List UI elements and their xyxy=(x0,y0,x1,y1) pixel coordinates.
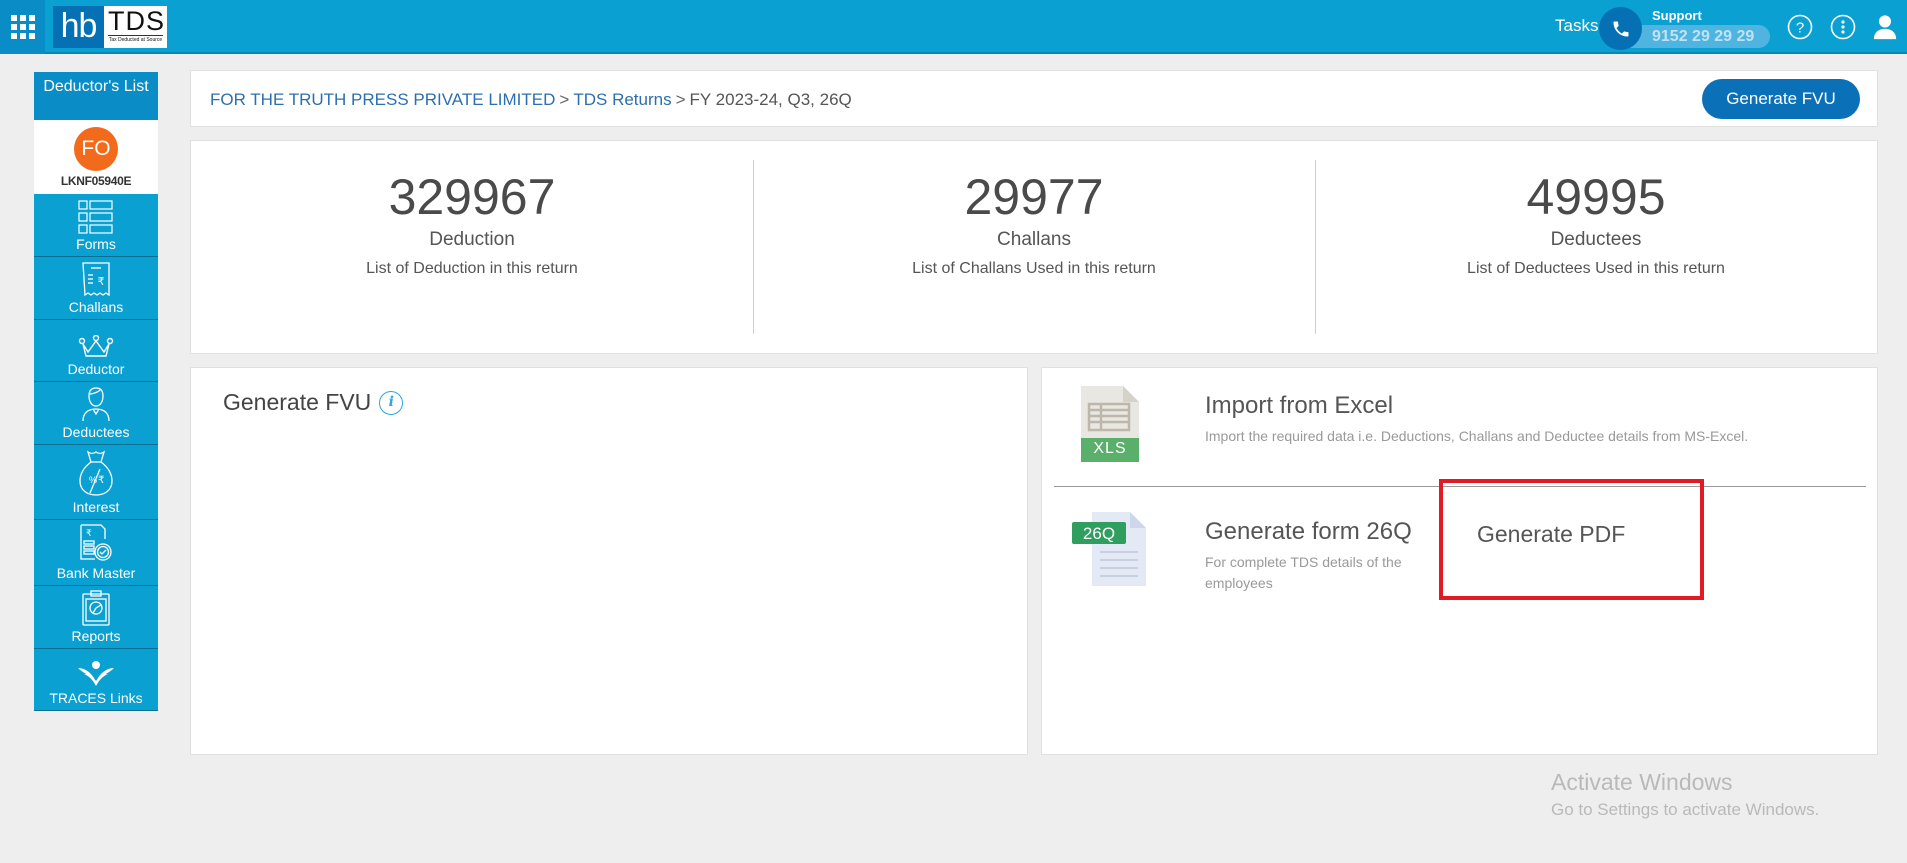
stat-deductees[interactable]: 49995 Deductees List of Deductees Used i… xyxy=(1315,141,1877,353)
sidebar-item-reports[interactable]: Reports xyxy=(34,586,158,649)
generate-fvu-button[interactable]: Generate FVU xyxy=(1702,79,1860,119)
breadcrumb-bar: FOR THE TRUTH PRESS PRIVATE LIMITED > TDS … xyxy=(190,70,1878,127)
help-icon[interactable]: ? xyxy=(1787,14,1813,40)
activate-windows-subtitle: Go to Settings to activate Windows. xyxy=(1551,800,1820,819)
traces-logo-icon xyxy=(78,661,114,686)
sidebar-item-label: Challans xyxy=(68,299,124,315)
sidebar-item-interest[interactable]: % ₹ Interest xyxy=(34,445,158,520)
generate-form-title[interactable]: Generate form 26Q xyxy=(1205,518,1412,546)
sidebar-item-label: Deductees xyxy=(62,424,130,440)
sidebar-item-traces-links[interactable]: TRACES Links xyxy=(34,649,158,711)
sidebar-item-challans[interactable]: ₹ Challans xyxy=(34,257,158,320)
user-icon[interactable] xyxy=(1872,14,1898,40)
challan-receipt-icon: ₹ xyxy=(82,262,110,297)
deductor-profile[interactable]: FO LKNF05940E xyxy=(34,120,158,194)
apps-grid-icon xyxy=(10,15,35,39)
breadcrumb-company[interactable]: FOR THE TRUTH PRESS PRIVATE LIMITED xyxy=(210,90,555,109)
crown-icon xyxy=(78,335,114,357)
sidebar-item-label: Bank Master xyxy=(56,565,136,581)
stat-subtitle: List of Challans Used in this return xyxy=(912,260,1156,277)
breadcrumb-tds-returns[interactable]: TDS Returns xyxy=(573,90,671,109)
money-bag-icon: % ₹ xyxy=(79,450,113,496)
sidebar-item-label: Interest xyxy=(72,499,120,515)
sidebar-item-label: Reports xyxy=(71,628,121,644)
xls-badge: XLS xyxy=(1093,440,1127,457)
svg-text:₹: ₹ xyxy=(98,475,104,486)
import-excel-title[interactable]: Import from Excel xyxy=(1205,392,1393,420)
svg-text:₹: ₹ xyxy=(86,528,92,538)
stat-deduction[interactable]: 329967 Deduction List of Deduction in th… xyxy=(191,141,753,353)
stat-subtitle: List of Deduction in this return xyxy=(366,260,578,277)
import-excel-description: Import the required data i.e. Deductions… xyxy=(1205,428,1749,444)
breadcrumb: FOR THE TRUTH PRESS PRIVATE LIMITED > TDS … xyxy=(210,90,852,110)
generate-fvu-title: Generate FVU xyxy=(223,389,372,415)
clipboard-chart-icon xyxy=(82,590,110,626)
activate-windows-title: Activate Windows xyxy=(1551,769,1733,795)
forms-icon xyxy=(78,200,113,234)
top-bar: hb TDS Tax Deducted at Source Tasks Supp… xyxy=(0,0,1907,54)
person-icon xyxy=(82,387,110,422)
stat-value: 329967 xyxy=(388,169,556,225)
sidebar: Deductor's List FO LKNF05940E Forms ₹ Ch… xyxy=(34,72,158,711)
sidebar-item-label: TRACES Links xyxy=(49,690,143,706)
stat-title: Deduction xyxy=(429,229,515,250)
logo-tds: TDS Tax Deducted at Source xyxy=(104,6,167,48)
logo-hb: hb xyxy=(53,6,104,48)
info-icon[interactable]: i xyxy=(379,390,404,415)
stat-subtitle: List of Deductees Used in this return xyxy=(1467,260,1725,277)
hbtds-logo[interactable]: hb TDS Tax Deducted at Source xyxy=(53,6,167,48)
generate-form-description: For complete TDS details of the employee… xyxy=(1205,554,1402,591)
breadcrumb-current: FY 2023-24, Q3, 26Q xyxy=(689,90,852,109)
stat-value: 49995 xyxy=(1526,169,1666,225)
phone-icon[interactable] xyxy=(1599,7,1642,50)
tasks-link[interactable]: Tasks xyxy=(1555,16,1598,36)
stat-value: 29977 xyxy=(964,169,1104,225)
sidebar-item-bank-master[interactable]: ₹ Bank Master xyxy=(34,520,158,586)
user-code: LKNF05940E xyxy=(60,174,132,188)
stat-title: Challans xyxy=(997,229,1071,250)
bank-icon: ₹ xyxy=(80,524,112,561)
avatar: FO xyxy=(74,127,118,171)
sidebar-item-forms[interactable]: Forms xyxy=(34,194,158,257)
generate-fvu-heading: Generate FVU i xyxy=(223,389,404,416)
support-label: Support xyxy=(1652,8,1702,23)
stats-panel: 329967 Deduction List of Deduction in th… xyxy=(190,140,1878,354)
generate-pdf-button[interactable]: Generate PDF xyxy=(1477,521,1625,548)
generate-fvu-panel: Generate FVU i xyxy=(190,367,1028,755)
sidebar-item-deductees[interactable]: Deductees xyxy=(34,382,158,445)
sidebar-item-deductor[interactable]: Deductor xyxy=(34,320,158,382)
sidebar-item-label: Forms xyxy=(76,236,116,252)
stat-title: Deductees xyxy=(1550,229,1642,250)
support-number: 9152 29 29 29 xyxy=(1652,28,1755,45)
breadcrumb-separator: > xyxy=(675,90,686,109)
form-26q-badge: 26Q xyxy=(1082,524,1116,543)
deductors-list-button[interactable]: Deductor's List xyxy=(34,72,158,120)
svg-text:₹: ₹ xyxy=(98,276,105,288)
sidebar-item-label: Deductor xyxy=(67,361,125,377)
breadcrumb-separator: > xyxy=(559,90,570,109)
apps-menu-button[interactable] xyxy=(0,0,45,54)
logo-tds-text: TDS xyxy=(108,6,165,36)
more-vertical-icon[interactable] xyxy=(1830,14,1856,40)
stat-challans[interactable]: 29977 Challans List of Challans Used in … xyxy=(753,141,1315,353)
svg-text:?: ? xyxy=(1796,20,1804,37)
svg-text:%: % xyxy=(89,475,97,485)
actions-panel: XLS Import from Excel Import the require… xyxy=(1041,367,1878,755)
logo-tagline: Tax Deducted at Source xyxy=(108,37,163,43)
